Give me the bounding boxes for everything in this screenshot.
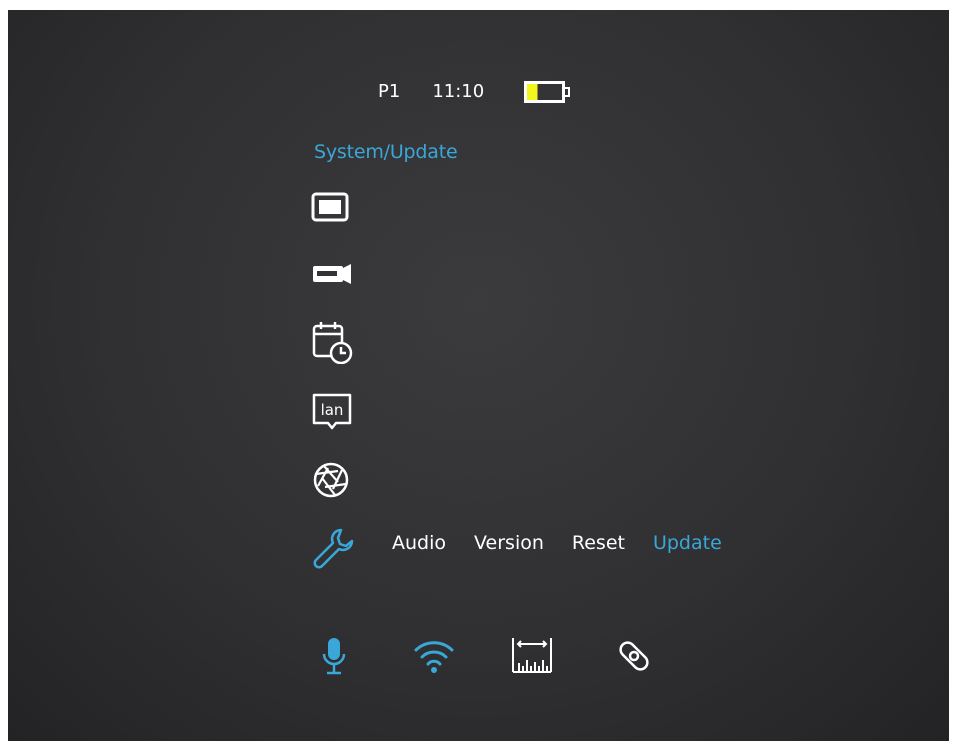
profile-indicator: P1 [378, 80, 401, 102]
submenu-item-reset[interactable]: Reset [572, 532, 625, 554]
submenu-item-audio[interactable]: Audio [392, 532, 446, 554]
language-icon[interactable]: lan [311, 392, 352, 432]
microphone-icon[interactable] [318, 636, 362, 676]
battery-fill [527, 84, 538, 100]
submenu-item-version[interactable]: Version [474, 532, 544, 554]
ruler-icon[interactable] [510, 636, 554, 676]
clock: 11:10 [432, 80, 485, 102]
device-screen: P1 11:10 System/Update lan Audio Version… [8, 10, 949, 741]
display-icon[interactable] [311, 188, 351, 228]
status-bar: P1 11:10 [378, 80, 571, 103]
wrench-icon[interactable] [311, 526, 354, 569]
breadcrumb: System/Update [314, 141, 458, 163]
calibration-icon[interactable] [614, 636, 658, 676]
system-submenu: Audio Version Reset Update [392, 532, 750, 554]
camera-icon[interactable] [311, 254, 351, 294]
battery-icon [524, 81, 571, 103]
svg-text:lan: lan [321, 401, 344, 419]
wifi-icon[interactable] [412, 636, 456, 676]
submenu-item-update[interactable]: Update [653, 532, 722, 554]
aperture-icon[interactable] [311, 460, 351, 500]
calendar-clock-icon[interactable] [311, 320, 353, 364]
